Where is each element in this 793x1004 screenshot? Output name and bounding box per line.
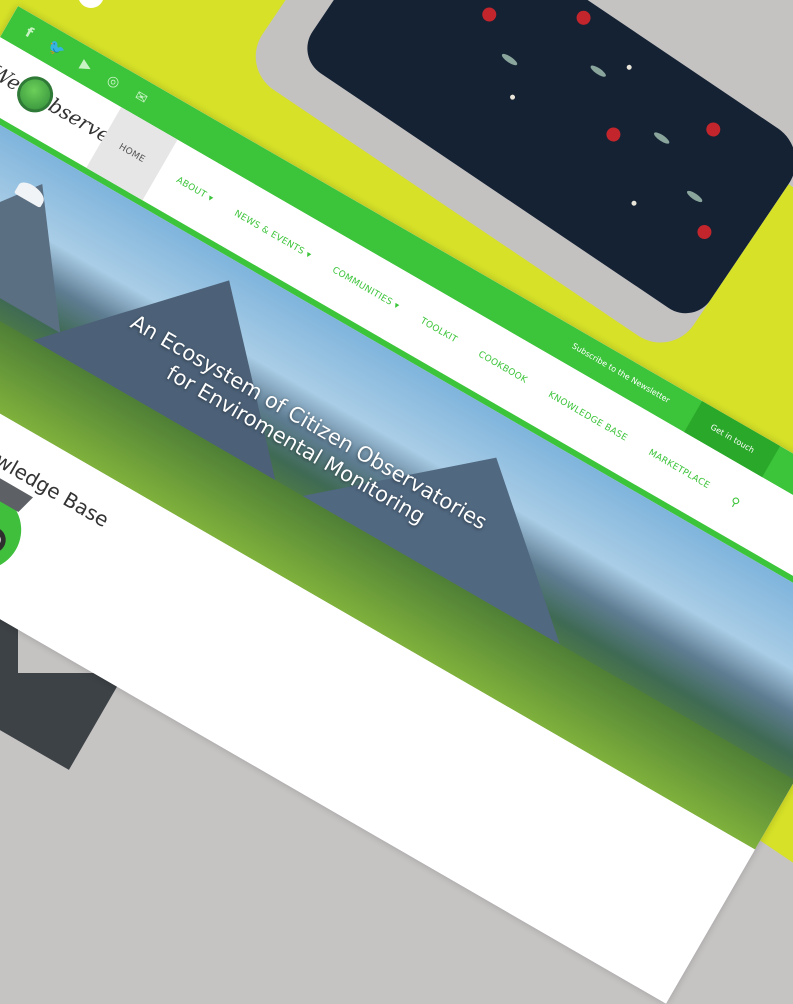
menu-about[interactable]: ABOUT ▾ (174, 175, 214, 204)
instagram-icon[interactable]: ◎ (104, 72, 123, 92)
menu-marketplace[interactable]: MARKETPLACE (646, 448, 711, 491)
menu-knowledge-base[interactable]: KNOWLEDGE BASE (546, 390, 629, 444)
search-icon[interactable]: ⚲ (728, 494, 743, 511)
mail-icon[interactable]: ✉ (132, 88, 150, 108)
menu-cookbook[interactable]: COOKBOOK (476, 350, 528, 386)
menu-toolkit[interactable]: TOOLKIT (418, 316, 458, 345)
facebook-icon[interactable]: f (22, 25, 35, 42)
youtube-icon[interactable]: ▶ (77, 56, 94, 75)
menu-news-events[interactable]: NEWS & EVENTS ▾ (232, 209, 312, 261)
owl-eye-icon (0, 522, 11, 558)
menu-communities[interactable]: COMMUNITIES ▾ (330, 265, 401, 312)
twitter-icon[interactable]: 🐦 (45, 38, 68, 61)
